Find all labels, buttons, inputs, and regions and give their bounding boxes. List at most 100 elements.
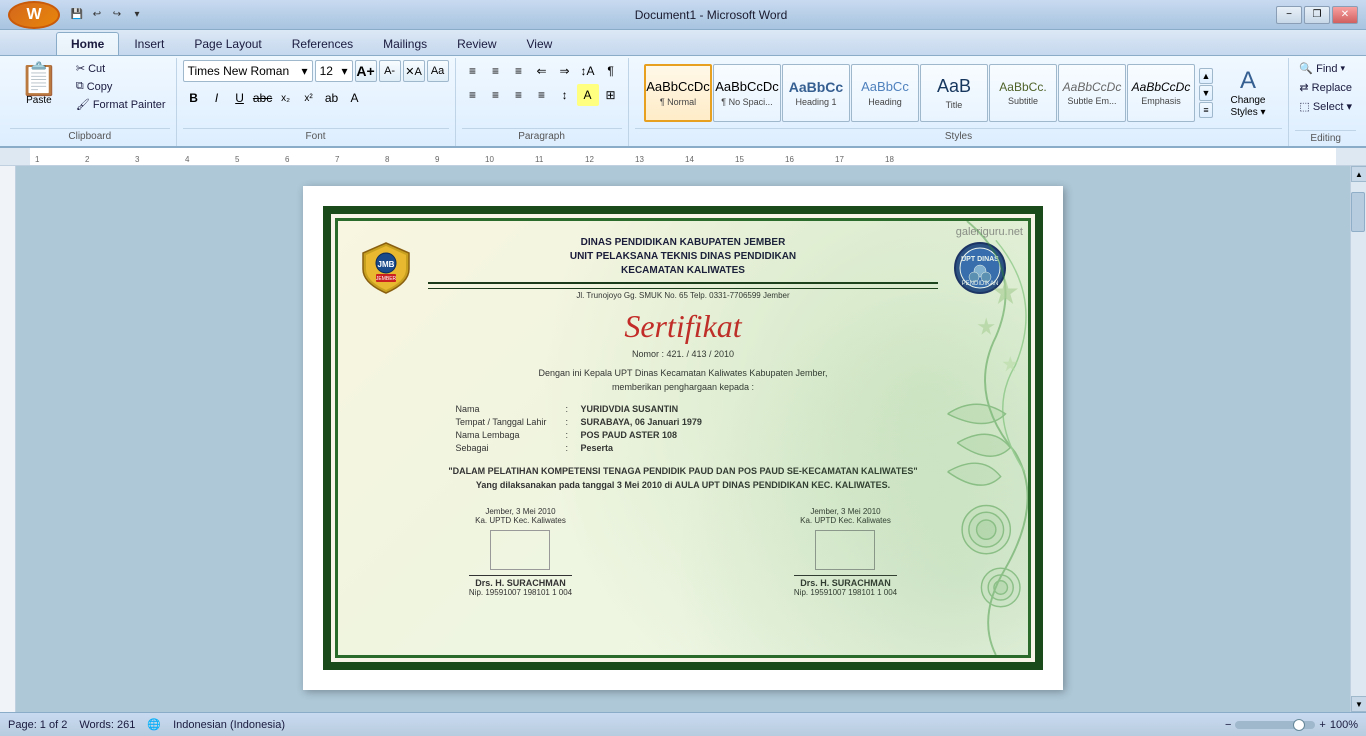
replace-label: Replace — [1312, 82, 1352, 94]
main-area: galeriguru.net — [0, 166, 1366, 712]
tab-references[interactable]: References — [277, 32, 368, 55]
zoom-out-button[interactable]: − — [1225, 719, 1231, 731]
document-content-area[interactable]: galeriguru.net — [16, 166, 1350, 712]
find-button[interactable]: 🔍 Find ▾ — [1295, 60, 1349, 77]
shading-button[interactable]: A — [577, 84, 599, 106]
save-quick-btn[interactable]: 💾 — [68, 6, 86, 24]
styles-scroll-down[interactable]: ▼ — [1199, 85, 1213, 101]
underline-button[interactable]: U — [229, 87, 251, 109]
change-case-button[interactable]: Aa — [427, 60, 449, 82]
decrease-font-size-button[interactable]: A- — [379, 60, 401, 82]
font-color-button[interactable]: A — [344, 87, 366, 109]
zoom-in-button[interactable]: + — [1319, 719, 1325, 731]
zoom-slider-thumb[interactable] — [1293, 719, 1305, 731]
italic-button[interactable]: I — [206, 87, 228, 109]
align-left-button[interactable]: ≡ — [462, 84, 484, 106]
zoom-slider[interactable] — [1235, 721, 1315, 729]
certificate-body-text: Dengan ini Kepala UPT Dinas Kecamatan Ka… — [358, 367, 1008, 394]
style-subtitle[interactable]: AaBbCc. Subtitle — [989, 64, 1057, 122]
scroll-up-button[interactable]: ▲ — [1351, 166, 1366, 182]
bullets-button[interactable]: ≡ — [462, 60, 484, 82]
font-name-selector[interactable]: Times New Roman ▾ — [183, 60, 313, 82]
style-emphasis-label: Emphasis — [1141, 96, 1181, 106]
borders-button[interactable]: ⊞ — [600, 84, 622, 106]
tab-view[interactable]: View — [512, 32, 568, 55]
office-button[interactable]: W — [8, 1, 60, 29]
ruler-left-margin — [0, 148, 30, 165]
subscript-button[interactable]: x₂ — [275, 87, 297, 109]
paragraph-group-label: Paragraph — [462, 128, 622, 144]
svg-text:15: 15 — [735, 155, 744, 164]
vertical-scrollbar[interactable]: ▲ ▼ — [1350, 166, 1366, 712]
scroll-down-button[interactable]: ▼ — [1351, 696, 1366, 712]
cert-header-divider-thin — [428, 288, 938, 289]
cert-org-line3: KECAMATAN KALIWATES — [428, 264, 938, 278]
align-right-button[interactable]: ≡ — [508, 84, 530, 106]
style-title-label: Title — [946, 100, 963, 110]
clipboard-right-buttons: ✂ Cut ⧉ Copy 🖌 Format Painter — [68, 60, 170, 126]
replace-button[interactable]: ⇄ Replace — [1295, 79, 1356, 96]
paste-button[interactable]: 📋 Paste — [10, 60, 68, 126]
font-size-value: 12 — [320, 64, 333, 78]
font-size-dropdown-icon: ▾ — [342, 64, 348, 78]
tab-insert[interactable]: Insert — [119, 32, 179, 55]
style-emphasis[interactable]: AaBbCcDc Emphasis — [1127, 64, 1195, 122]
cut-button[interactable]: ✂ Cut — [72, 60, 170, 77]
cert-colon-4: : — [566, 443, 581, 453]
center-button[interactable]: ≡ — [485, 84, 507, 106]
line-spacing-button[interactable]: ↕ — [554, 84, 576, 106]
styles-scroll-up[interactable]: ▲ — [1199, 68, 1213, 84]
style-normal[interactable]: AaBbCcDc ¶ Normal — [644, 64, 712, 122]
certificate-fields-table: Nama : YURIDVDIA SUSANTIN Tempat / Tangg… — [456, 404, 911, 453]
numbering-button[interactable]: ≡ — [485, 60, 507, 82]
tab-home[interactable]: Home — [56, 32, 119, 55]
text-highlight-button[interactable]: ab — [321, 87, 343, 109]
scroll-thumb[interactable] — [1351, 192, 1365, 232]
increase-font-size-button[interactable]: A+ — [355, 60, 377, 82]
language-indicator: 🌐 — [147, 718, 161, 731]
font-size-selector[interactable]: 12 ▾ — [315, 60, 353, 82]
restore-button[interactable]: ❐ — [1304, 6, 1330, 24]
clear-formatting-button[interactable]: ✕A — [403, 60, 425, 82]
style-subtle-emphasis[interactable]: AaBbCcDc Subtle Em... — [1058, 64, 1126, 122]
show-hide-button[interactable]: ¶ — [600, 60, 622, 82]
tab-page-layout[interactable]: Page Layout — [179, 32, 276, 55]
svg-text:18: 18 — [885, 155, 894, 164]
undo-quick-btn[interactable]: ↩ — [88, 6, 106, 24]
cert-body-line1: Dengan ini Kepala UPT Dinas Kecamatan Ka… — [358, 367, 1008, 381]
cert-label-sebagai: Sebagai — [456, 443, 566, 453]
status-bar-right: − + 100% — [1225, 719, 1358, 731]
document-page[interactable]: galeriguru.net — [303, 186, 1063, 690]
style-heading2[interactable]: AaBbCc Heading — [851, 64, 919, 122]
ribbon-group-editing: 🔍 Find ▾ ⇄ Replace ⬚ Select ▾ Editing Ed… — [1289, 58, 1362, 146]
decrease-indent-button[interactable]: ⇐ — [531, 60, 553, 82]
scroll-track[interactable] — [1351, 182, 1366, 696]
cert-logo-left: JMB JEMBER — [358, 241, 413, 296]
increase-indent-button[interactable]: ⇒ — [554, 60, 576, 82]
style-subtitle-label: Subtitle — [1008, 96, 1038, 106]
multilevel-list-button[interactable]: ≡ — [508, 60, 530, 82]
superscript-button[interactable]: x² — [298, 87, 320, 109]
bold-button[interactable]: B — [183, 87, 205, 109]
style-title[interactable]: AaB Title — [920, 64, 988, 122]
replace-icon: ⇄ — [1299, 81, 1308, 94]
justify-button[interactable]: ≡ — [531, 84, 553, 106]
select-button[interactable]: ⬚ Select ▾ — [1295, 98, 1356, 115]
cert-sig-right-box — [815, 530, 875, 570]
sort-button[interactable]: ↕A — [577, 60, 599, 82]
redo-quick-btn[interactable]: ↪ — [108, 6, 126, 24]
minimize-button[interactable]: − — [1276, 6, 1302, 24]
cert-colon-1: : — [566, 404, 581, 414]
customize-quick-btn[interactable]: ▾ — [128, 6, 146, 24]
style-no-spacing[interactable]: AaBbCcDc ¶ No Spaci... — [713, 64, 781, 122]
strikethrough-button[interactable]: abc — [252, 87, 274, 109]
copy-button[interactable]: ⧉ Copy — [72, 78, 170, 95]
tab-review[interactable]: Review — [442, 32, 511, 55]
change-styles-button[interactable]: A ChangeStyles ▾ — [1223, 62, 1273, 124]
close-button[interactable]: ✕ — [1332, 6, 1358, 24]
styles-more[interactable]: ≡ — [1199, 102, 1213, 118]
tab-mailings[interactable]: Mailings — [368, 32, 442, 55]
format-painter-button[interactable]: 🖌 Format Painter — [72, 96, 170, 113]
style-heading1[interactable]: AaBbCc Heading 1 — [782, 64, 850, 122]
cert-value-lembaga: POS PAUD ASTER 108 — [581, 430, 911, 440]
